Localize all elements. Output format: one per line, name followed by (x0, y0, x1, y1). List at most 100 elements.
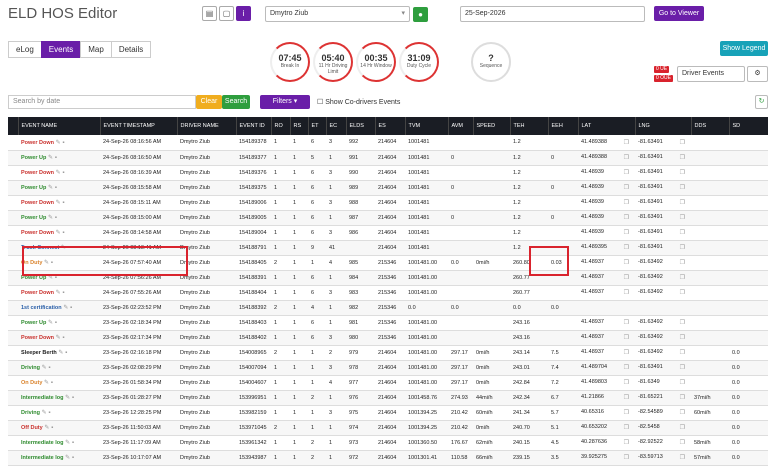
copy-icon[interactable]: ❐ (624, 199, 629, 206)
copy-icon[interactable]: ❐ (680, 409, 685, 416)
clear-button[interactable]: Clear (196, 95, 222, 109)
copy-icon[interactable]: ❐ (680, 184, 685, 191)
copy-icon[interactable]: ❐ (680, 214, 685, 221)
copy-icon[interactable]: ❐ (680, 394, 685, 401)
copy-icon[interactable]: ❐ (680, 319, 685, 326)
table-row[interactable]: Power Up ✎ ▪ 24-Sep-26 08:15:58 AM Dmytro … (8, 180, 768, 196)
document-icon[interactable]: ▤ (202, 6, 217, 21)
event-actions-icon[interactable]: ✎ ▪ (63, 440, 74, 446)
table-row[interactable]: 1st certification ✎ ▪ 23-Sep-26 02:23:52 … (8, 300, 768, 316)
copy-icon[interactable]: ❐ (680, 274, 685, 281)
copy-icon[interactable]: ❐ (624, 229, 629, 236)
copy-icon[interactable]: ❐ (624, 139, 629, 146)
copy-icon[interactable]: ❐ (624, 184, 629, 191)
copy-icon[interactable]: ❐ (624, 169, 629, 176)
table-row[interactable]: Intermediate log ✎ ▪ 23-Sep-26 11:17:09 A… (8, 435, 768, 451)
table-row[interactable]: Power Up ✎ ▪ 24-Sep-26 08:16:50 AM Dmytro … (8, 150, 768, 166)
table-row[interactable]: Sleeper Berth ✎ ▪ 23-Sep-26 02:16:18 PM Dm… (8, 345, 768, 361)
event-actions-icon[interactable]: ✎ ▪ (63, 455, 74, 461)
copy-icon[interactable]: ❐ (624, 214, 629, 221)
event-actions-icon[interactable]: ✎ ▪ (46, 320, 57, 326)
event-actions-icon[interactable]: ✎ ▪ (46, 215, 57, 221)
date-picker[interactable]: 25-Sep-2026 (460, 6, 645, 22)
copy-icon[interactable]: ❐ (624, 409, 629, 416)
table-row[interactable]: Power Up ✎ ▪ 23-Sep-26 02:18:34 PM Dmytro … (8, 315, 768, 331)
event-actions-icon[interactable]: ✎ ▪ (54, 140, 65, 146)
table-row[interactable]: Intermediate log ✎ ▪ 23-Sep-26 01:28:27 P… (8, 390, 768, 406)
copy-icon[interactable]: ❐ (680, 334, 685, 341)
go-to-viewer-button[interactable]: Go to Viewer (654, 6, 704, 21)
copy-icon[interactable]: ❐ (624, 259, 629, 266)
event-actions-icon[interactable]: ✎ ▪ (42, 380, 53, 386)
copy-icon[interactable]: ❐ (624, 349, 629, 356)
table-row[interactable]: Intermediate log ✎ ▪ 23-Sep-26 10:17:07 A… (8, 450, 768, 466)
tab-map[interactable]: Map (80, 41, 112, 58)
tab-details[interactable]: Details (110, 41, 152, 58)
search-button[interactable]: Search (222, 95, 250, 109)
event-actions-icon[interactable]: ✎ ▪ (43, 425, 53, 431)
event-actions-icon[interactable]: ✎ ▪ (46, 155, 57, 161)
table-row[interactable]: Off Duty ✎ ▪ 23-Sep-26 11:50:03 AM Dmytro … (8, 420, 768, 436)
table-row[interactable]: Power Down ✎ ▪ 24-Sep-26 08:15:11 AM Dmytr… (8, 195, 768, 211)
table-row[interactable]: Power Down ✎ ▪ 24-Sep-26 08:16:56 AM Dmytr… (8, 135, 768, 151)
event-actions-icon[interactable]: ✎ ▪ (63, 395, 74, 401)
event-actions-icon[interactable]: ✎ ▪ (40, 365, 51, 371)
copy-icon[interactable]: ❐ (680, 244, 685, 251)
search-input[interactable]: Search by date (8, 95, 196, 109)
event-actions-icon[interactable]: ✎ ▪ (46, 185, 57, 191)
copy-icon[interactable]: ❐ (624, 274, 629, 281)
copy-icon[interactable]: ❐ (680, 424, 685, 431)
table-row[interactable]: Power Down ✎ ▪ 24-Sep-26 08:16:39 AM Dmytr… (8, 165, 768, 181)
tab-events[interactable]: Events (40, 41, 82, 58)
driver-select[interactable]: Dmytro Ziub ▾ (265, 6, 410, 22)
event-actions-icon[interactable]: ✎ ▪ (40, 410, 51, 416)
table-row[interactable]: Driving ✎ ▪ 23-Sep-26 02:08:29 PM Dmytro Z… (8, 360, 768, 376)
copy-icon[interactable]: ❐ (624, 439, 629, 446)
copy-icon[interactable]: ❐ (680, 379, 685, 386)
copy-icon[interactable]: ❐ (680, 364, 685, 371)
copy-icon[interactable]: ❐ (680, 154, 685, 161)
table-row[interactable]: Power Up ✎ ▪ 24-Sep-26 08:15:00 AM Dmytro … (8, 210, 768, 226)
copy-icon[interactable]: ❐ (680, 199, 685, 206)
event-actions-icon[interactable]: ✎ ▪ (62, 305, 72, 311)
table-row[interactable]: Power Down ✎ ▪ 24-Sep-26 07:55:26 AM Dmytr… (8, 285, 768, 301)
event-actions-icon[interactable]: ✎ ▪ (54, 290, 65, 296)
show-legend-button[interactable]: Show Legend (720, 41, 768, 56)
settings-gear-icon[interactable]: ⚙ (747, 66, 768, 82)
copy-icon[interactable]: ❐ (680, 259, 685, 266)
copy-icon[interactable]: ❐ (624, 319, 629, 326)
copy-icon[interactable]: ❐ (680, 169, 685, 176)
copy-icon[interactable]: ❐ (680, 229, 685, 236)
table-row[interactable]: Power Down ✎ ▪ 23-Sep-26 02:17:34 PM Dmytr… (8, 330, 768, 346)
copy-icon[interactable]: ❐ (624, 394, 629, 401)
copy-icon[interactable]: ❐ (680, 139, 685, 146)
copy-icon[interactable]: ❐ (624, 334, 629, 341)
table-row[interactable]: On Duty ✎ ▪ 23-Sep-26 01:58:34 PM Dmytro Z… (8, 375, 768, 391)
refresh-icon[interactable]: ↻ (755, 95, 768, 109)
event-actions-icon[interactable]: ✎ ▪ (57, 350, 67, 356)
copy-icon[interactable]: ❐ (624, 424, 629, 431)
info-icon[interactable]: i (236, 6, 251, 21)
column-header[interactable]: EVENT TIMESTAMP (100, 117, 178, 135)
table-row[interactable]: Power Down ✎ ▪ 24-Sep-26 08:14:58 AM Dmytr… (8, 225, 768, 241)
event-actions-icon[interactable]: ✎ ▪ (54, 200, 65, 206)
copy-icon[interactable]: ❐ (624, 244, 629, 251)
copy-icon[interactable]: ❐ (624, 379, 629, 386)
filters-button[interactable]: Filters ▾ (260, 95, 310, 109)
codrivers-checkbox[interactable]: ☐ Show Co-drivers Events (317, 98, 400, 106)
note-icon[interactable]: ▢ (219, 6, 234, 21)
copy-icon[interactable]: ❐ (680, 454, 685, 461)
driver-events-select[interactable]: Driver Events (677, 66, 745, 82)
copy-icon[interactable]: ❐ (680, 349, 685, 356)
copy-icon[interactable]: ❐ (624, 289, 629, 296)
table-row[interactable]: Driving ✎ ▪ 23-Sep-26 12:28:25 PM Dmytro Z… (8, 405, 768, 421)
event-actions-icon[interactable]: ✎ ▪ (54, 335, 65, 341)
user-icon[interactable]: ● (413, 7, 428, 22)
copy-icon[interactable]: ❐ (624, 154, 629, 161)
copy-icon[interactable]: ❐ (680, 289, 685, 296)
copy-icon[interactable]: ❐ (624, 454, 629, 461)
event-actions-icon[interactable]: ✎ ▪ (54, 230, 65, 236)
tab-elog[interactable]: eLog (8, 41, 42, 58)
event-actions-icon[interactable]: ✎ ▪ (54, 170, 65, 176)
copy-icon[interactable]: ❐ (624, 364, 629, 371)
